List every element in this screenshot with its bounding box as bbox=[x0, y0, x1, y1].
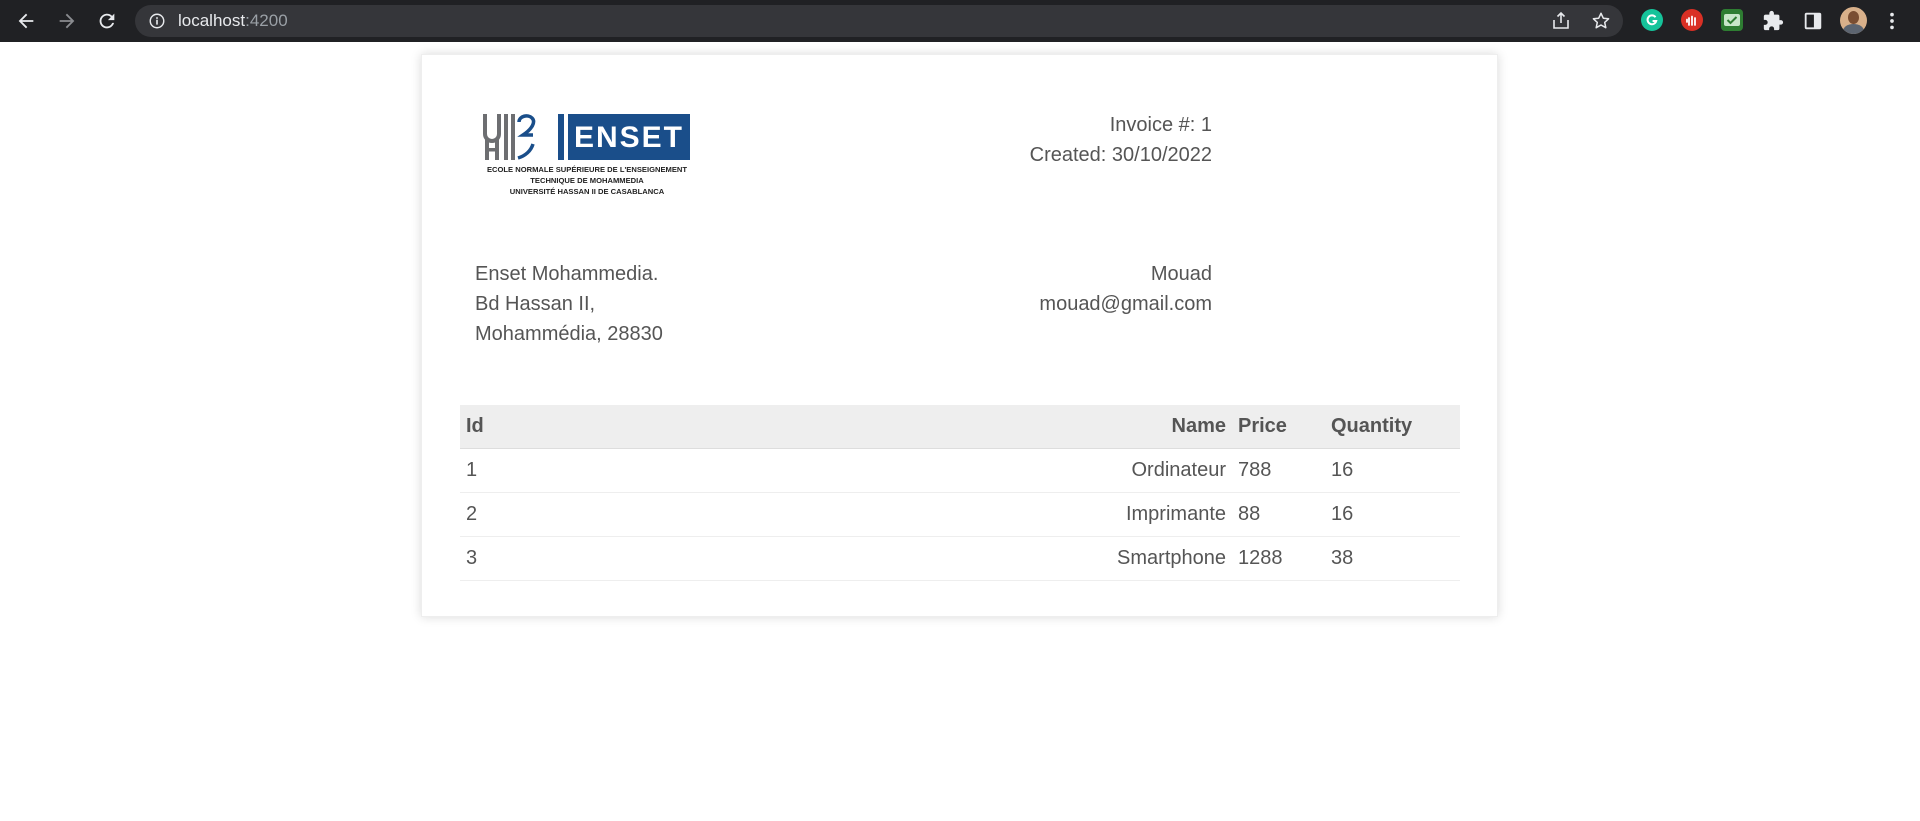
cell-name: Ordinateur bbox=[1100, 448, 1232, 493]
logo-line2: TECHNIQUE DE MOHAMMEDIA bbox=[530, 176, 644, 185]
table-row: 2 Imprimante 88 16 bbox=[460, 492, 1460, 537]
grammarly-icon[interactable] bbox=[1641, 9, 1663, 31]
profile-avatar[interactable] bbox=[1840, 7, 1867, 34]
table-row: 3 Smartphone 1288 38 bbox=[460, 536, 1460, 581]
column-header-id: Id bbox=[460, 405, 1100, 449]
cell-id: 3 bbox=[460, 536, 1100, 581]
side-panel-icon[interactable] bbox=[1799, 7, 1827, 35]
cell-name: Imprimante bbox=[1100, 492, 1232, 537]
company-city: Mohammédia, 28830 bbox=[475, 323, 663, 345]
url-text[interactable]: localhost:4200 bbox=[178, 12, 288, 30]
url-host: localhost bbox=[178, 11, 246, 30]
table-row: 1 Ordinateur 788 16 bbox=[460, 448, 1460, 493]
mail-check-icon[interactable] bbox=[1721, 9, 1743, 31]
cell-id: 2 bbox=[460, 492, 1100, 537]
invoice-number: Invoice #: 1 bbox=[1109, 114, 1212, 136]
invoice-created-date: Created: 30/10/2022 bbox=[1029, 144, 1212, 166]
block-icon[interactable] bbox=[1681, 9, 1703, 31]
company-name: Enset Mohammedia. bbox=[475, 263, 659, 285]
forward-icon[interactable] bbox=[53, 7, 81, 35]
cell-price: 788 bbox=[1232, 448, 1325, 493]
reload-icon[interactable] bbox=[93, 7, 121, 35]
logo-name: ENSET bbox=[574, 121, 684, 154]
enset-logo: ENSET ECOLE NORMALE SUPÉRIEURE DE L'ENSE… bbox=[483, 114, 690, 196]
cell-price: 88 bbox=[1232, 492, 1325, 537]
puzzle-icon[interactable] bbox=[1759, 7, 1787, 35]
invoice-card: ENSET ECOLE NORMALE SUPÉRIEURE DE L'ENSE… bbox=[421, 54, 1498, 617]
avatar-body bbox=[1843, 24, 1864, 34]
address-bar[interactable]: localhost:4200 bbox=[135, 5, 1623, 37]
cell-id: 1 bbox=[460, 448, 1100, 493]
logo-line1: ECOLE NORMALE SUPÉRIEURE DE L'ENSEIGNEME… bbox=[487, 165, 687, 174]
browser-toolbar: localhost:4200 bbox=[0, 0, 1920, 42]
cell-price: 1288 bbox=[1232, 536, 1325, 581]
invoice-meta: Invoice #: 1 Created: 30/10/2022 bbox=[1030, 110, 1212, 170]
info-icon[interactable] bbox=[148, 12, 166, 30]
table-header-row: Id Name Price Quantity bbox=[460, 405, 1460, 449]
column-header-name: Name bbox=[1100, 405, 1232, 449]
cell-name: Smartphone bbox=[1100, 536, 1232, 581]
cell-quantity: 16 bbox=[1325, 492, 1460, 537]
column-header-price: Price bbox=[1232, 405, 1325, 449]
client-name: Mouad bbox=[1150, 263, 1212, 285]
share-icon[interactable] bbox=[1551, 11, 1571, 31]
invoice-items-table: Id Name Price Quantity 1 Ordinateur 788 … bbox=[460, 405, 1460, 581]
cell-quantity: 16 bbox=[1325, 448, 1460, 493]
star-icon[interactable] bbox=[1591, 11, 1611, 31]
company-street: Bd Hassan II, bbox=[475, 293, 596, 315]
uh2c-mark-icon bbox=[483, 114, 564, 160]
url-port: :4200 bbox=[245, 11, 288, 30]
menu-dots-icon[interactable] bbox=[1878, 7, 1906, 35]
back-icon[interactable] bbox=[12, 7, 40, 35]
client-info: Mouad mouad@gmail.com bbox=[1039, 259, 1212, 319]
avatar-head bbox=[1848, 11, 1859, 24]
client-email: mouad@gmail.com bbox=[1039, 293, 1212, 315]
logo-line3: UNIVERSITÉ HASSAN II DE CASABLANCA bbox=[510, 187, 665, 196]
column-header-quantity: Quantity bbox=[1325, 405, 1460, 449]
company-address: Enset Mohammedia. Bd Hassan II, Mohamméd… bbox=[475, 259, 663, 349]
cell-quantity: 38 bbox=[1325, 536, 1460, 581]
